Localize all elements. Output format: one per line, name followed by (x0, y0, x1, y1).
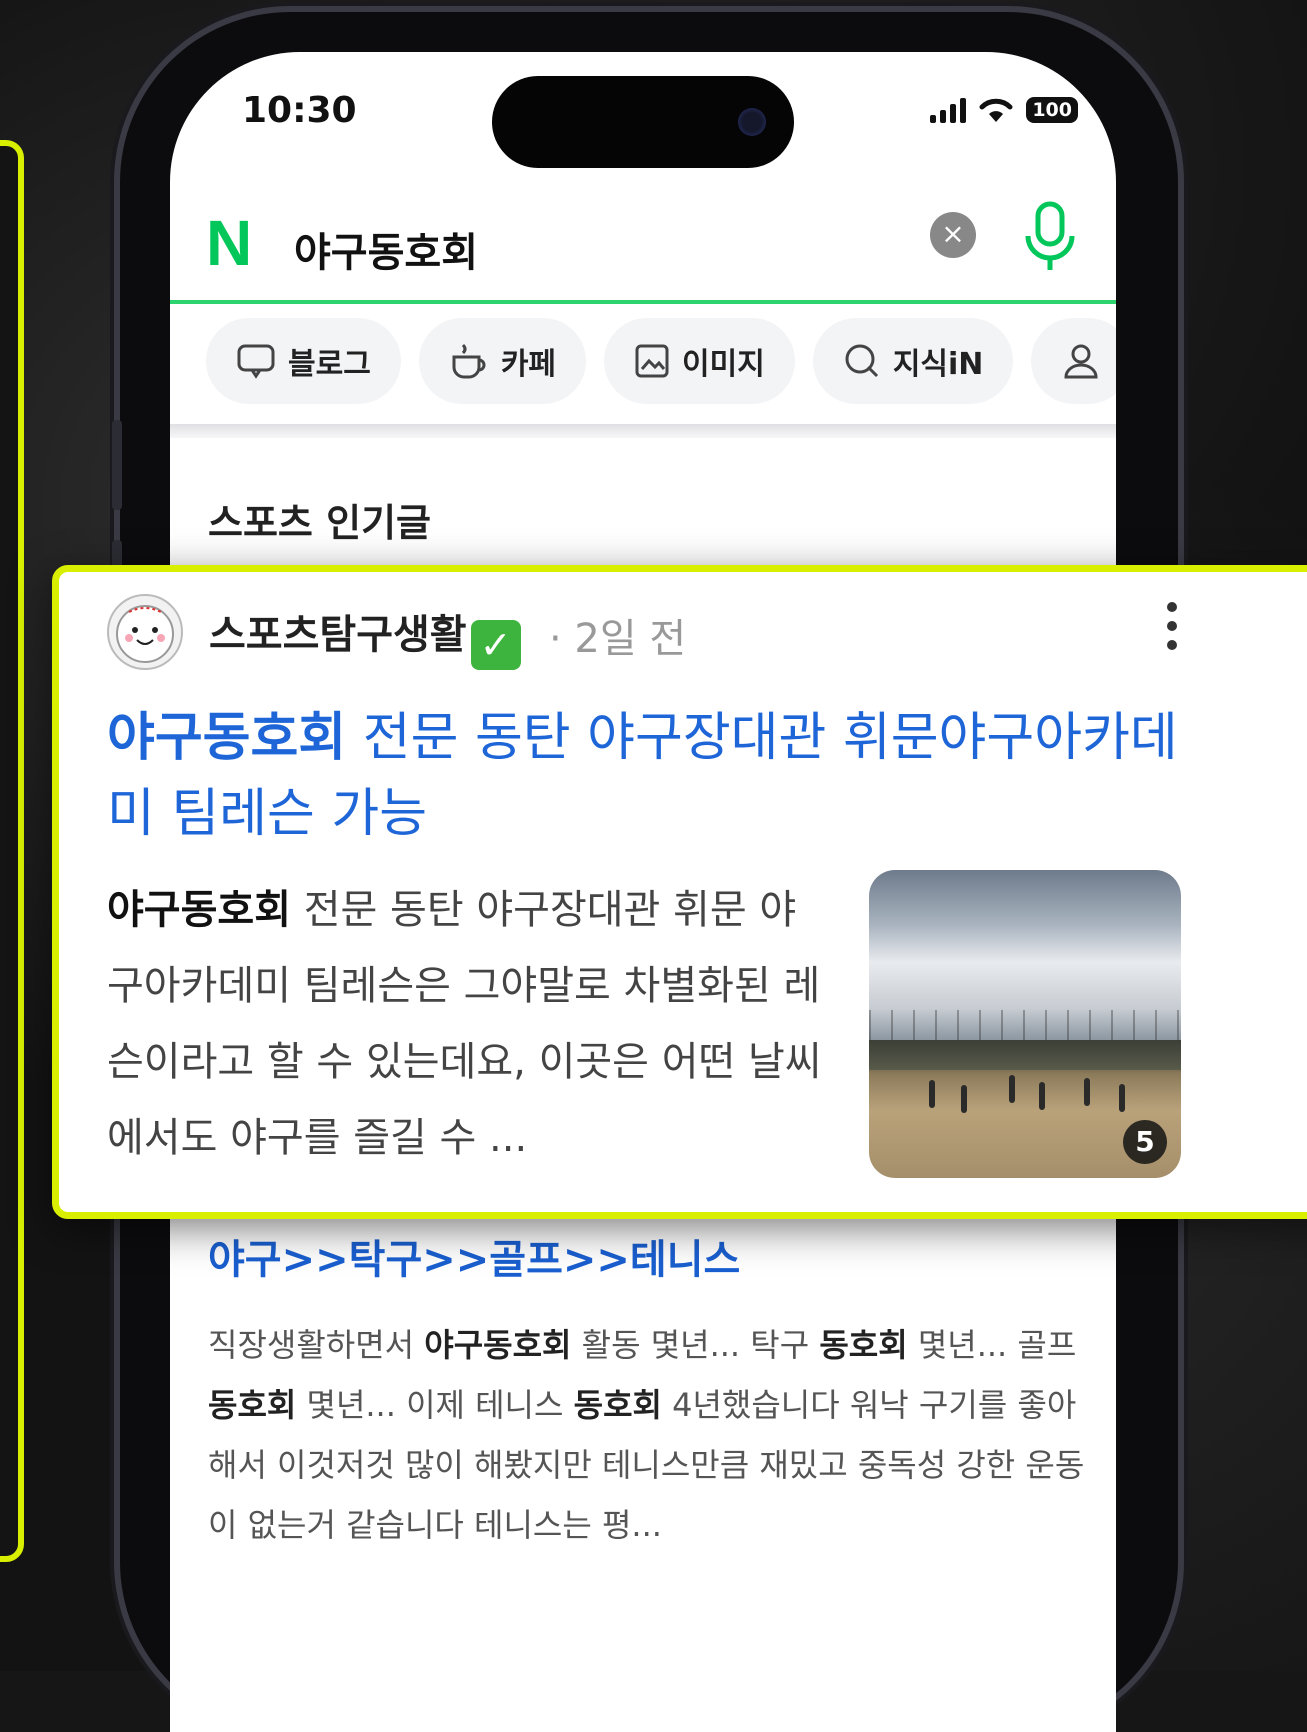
microphone-icon[interactable] (1020, 198, 1080, 278)
side-highlight-panel (0, 140, 24, 1562)
tab-kin[interactable]: 지식iN (812, 318, 1014, 404)
post-time: · 2일 전 (549, 616, 687, 662)
author-avatar[interactable] (107, 594, 183, 670)
second-post[interactable]: 야구>>탁구>>골프>>테니스 직장생활하면서 야구동호회 활동 몇년... 탁… (208, 1227, 1088, 1555)
image-icon (635, 344, 669, 378)
tab-blog[interactable]: 블로그 (206, 318, 401, 404)
status-indicators: 100 (930, 96, 1078, 124)
wifi-icon (979, 98, 1013, 122)
camera-icon (738, 108, 766, 136)
battery-indicator: 100 (1026, 97, 1078, 123)
second-post-snippet: 직장생활하면서 야구동호회 활동 몇년... 탁구 동호회 몇년... 골프동호… (208, 1326, 1085, 1544)
tab-label: 이미지 (682, 347, 765, 382)
search-input[interactable]: 야구동호회 (294, 220, 478, 278)
post-thumbnail[interactable]: 5 (869, 870, 1181, 1178)
person-icon (1064, 344, 1098, 379)
image-count-badge: 5 (1123, 1120, 1167, 1164)
clear-icon[interactable]: × (930, 212, 976, 258)
tab-label: 지식iN (892, 347, 984, 382)
naver-logo[interactable]: N (206, 206, 252, 280)
search-bar[interactable]: N 야구동호회 × (170, 192, 1116, 304)
verified-icon: ✓ (470, 620, 521, 670)
tab-more[interactable] (1031, 318, 1116, 404)
tab-image[interactable]: 이미지 (604, 318, 795, 404)
cafe-cup-icon (452, 343, 486, 379)
author-name[interactable]: 스포츠탐구생활 ✓ (209, 602, 521, 670)
blog-icon (237, 344, 275, 379)
tab-cafe[interactable]: 카페 (418, 318, 587, 404)
section-title: 스포츠 인기글 (208, 501, 431, 545)
phone-side-button (112, 420, 122, 510)
signal-icon (930, 97, 967, 123)
tab-label: 카페 (500, 347, 557, 382)
search-tabs: 블로그 카페 이미지 지식iN (206, 318, 1116, 404)
post-snippet: 야구동호회 전문 동탄 야구장대관 휘문 야구아카데미 팀레슨은 그야말로 차별… (107, 887, 822, 1161)
status-time: 10:30 (242, 90, 357, 131)
tab-shadow (170, 424, 1116, 438)
post-title-link[interactable]: 야구동호회 전문 동탄 야구장대관 휘문야구아카데미 팀레슨 가능 (107, 700, 1207, 852)
more-options-icon[interactable] (1167, 602, 1177, 650)
search-q-icon (845, 344, 878, 378)
second-post-title[interactable]: 야구>>탁구>>골프>>테니스 (208, 1227, 1088, 1285)
tab-label: 블로그 (288, 347, 371, 382)
highlighted-post-card[interactable]: 스포츠탐구생활 ✓ · 2일 전 야구동호회 전문 동탄 야구장대관 휘문야구아카… (52, 565, 1307, 1219)
dynamic-island (492, 76, 794, 168)
